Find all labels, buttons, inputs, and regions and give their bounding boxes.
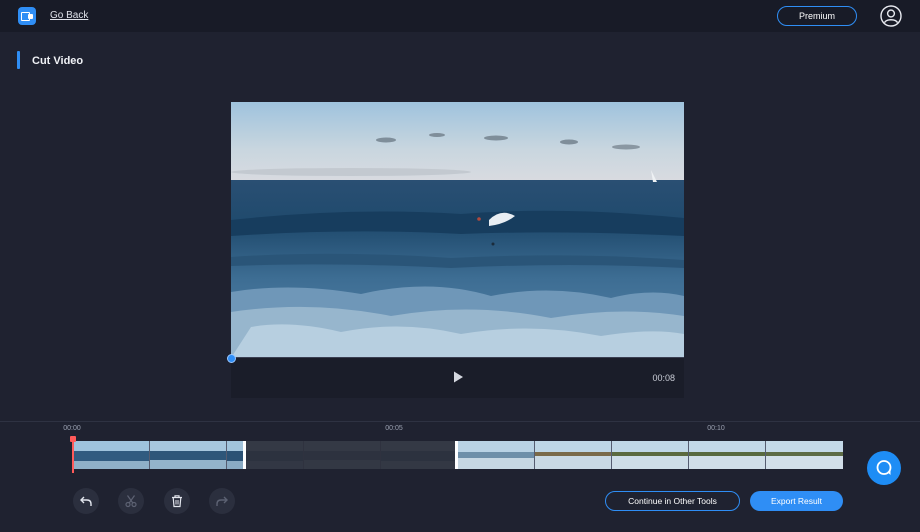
timeline-tick-10: 00:10	[707, 425, 725, 432]
player-controls: 00:08	[231, 358, 684, 398]
scissors-icon	[125, 495, 137, 508]
go-back-link[interactable]: Go Back	[50, 10, 88, 21]
seek-knob[interactable]	[227, 354, 236, 363]
app-logo-icon[interactable]	[18, 7, 36, 25]
timeline-frame	[73, 441, 150, 469]
timeline-frame	[689, 441, 766, 469]
play-icon[interactable]	[451, 370, 465, 384]
cut-selection[interactable]	[245, 441, 457, 469]
cut-start-handle[interactable]	[243, 441, 246, 469]
playhead[interactable]	[72, 437, 74, 473]
undo-icon	[80, 496, 92, 506]
timeline-frame	[150, 441, 227, 469]
continue-in-other-tools-button[interactable]: Continue in Other Tools	[605, 491, 740, 511]
cut-end-handle[interactable]	[455, 441, 458, 469]
video-preview	[231, 102, 684, 358]
timeline-frame	[458, 441, 535, 469]
timeline-divider	[0, 421, 920, 422]
timeline-tick-0: 00:00	[63, 425, 81, 432]
user-avatar-icon[interactable]	[880, 5, 902, 27]
trash-icon	[172, 495, 182, 508]
timeline-frame	[612, 441, 689, 469]
title-accent-bar	[17, 51, 20, 69]
chat-support-button[interactable]	[867, 451, 901, 485]
delete-button[interactable]	[164, 488, 190, 514]
redo-icon	[216, 496, 228, 506]
video-duration: 00:08	[652, 373, 675, 383]
timeline-frame	[535, 441, 612, 469]
timeline-tick-5: 00:05	[385, 425, 403, 432]
timeline-track[interactable]	[73, 441, 843, 469]
cut-button[interactable]	[118, 488, 144, 514]
undo-button[interactable]	[73, 488, 99, 514]
page-title: Cut Video	[32, 55, 84, 67]
redo-button[interactable]	[209, 488, 235, 514]
playhead-cap[interactable]	[70, 436, 76, 442]
timeline-frame	[766, 441, 843, 469]
premium-button[interactable]: Premium	[777, 6, 857, 26]
chat-bubble-icon	[876, 460, 892, 475]
export-result-button[interactable]: Export Result	[750, 491, 843, 511]
